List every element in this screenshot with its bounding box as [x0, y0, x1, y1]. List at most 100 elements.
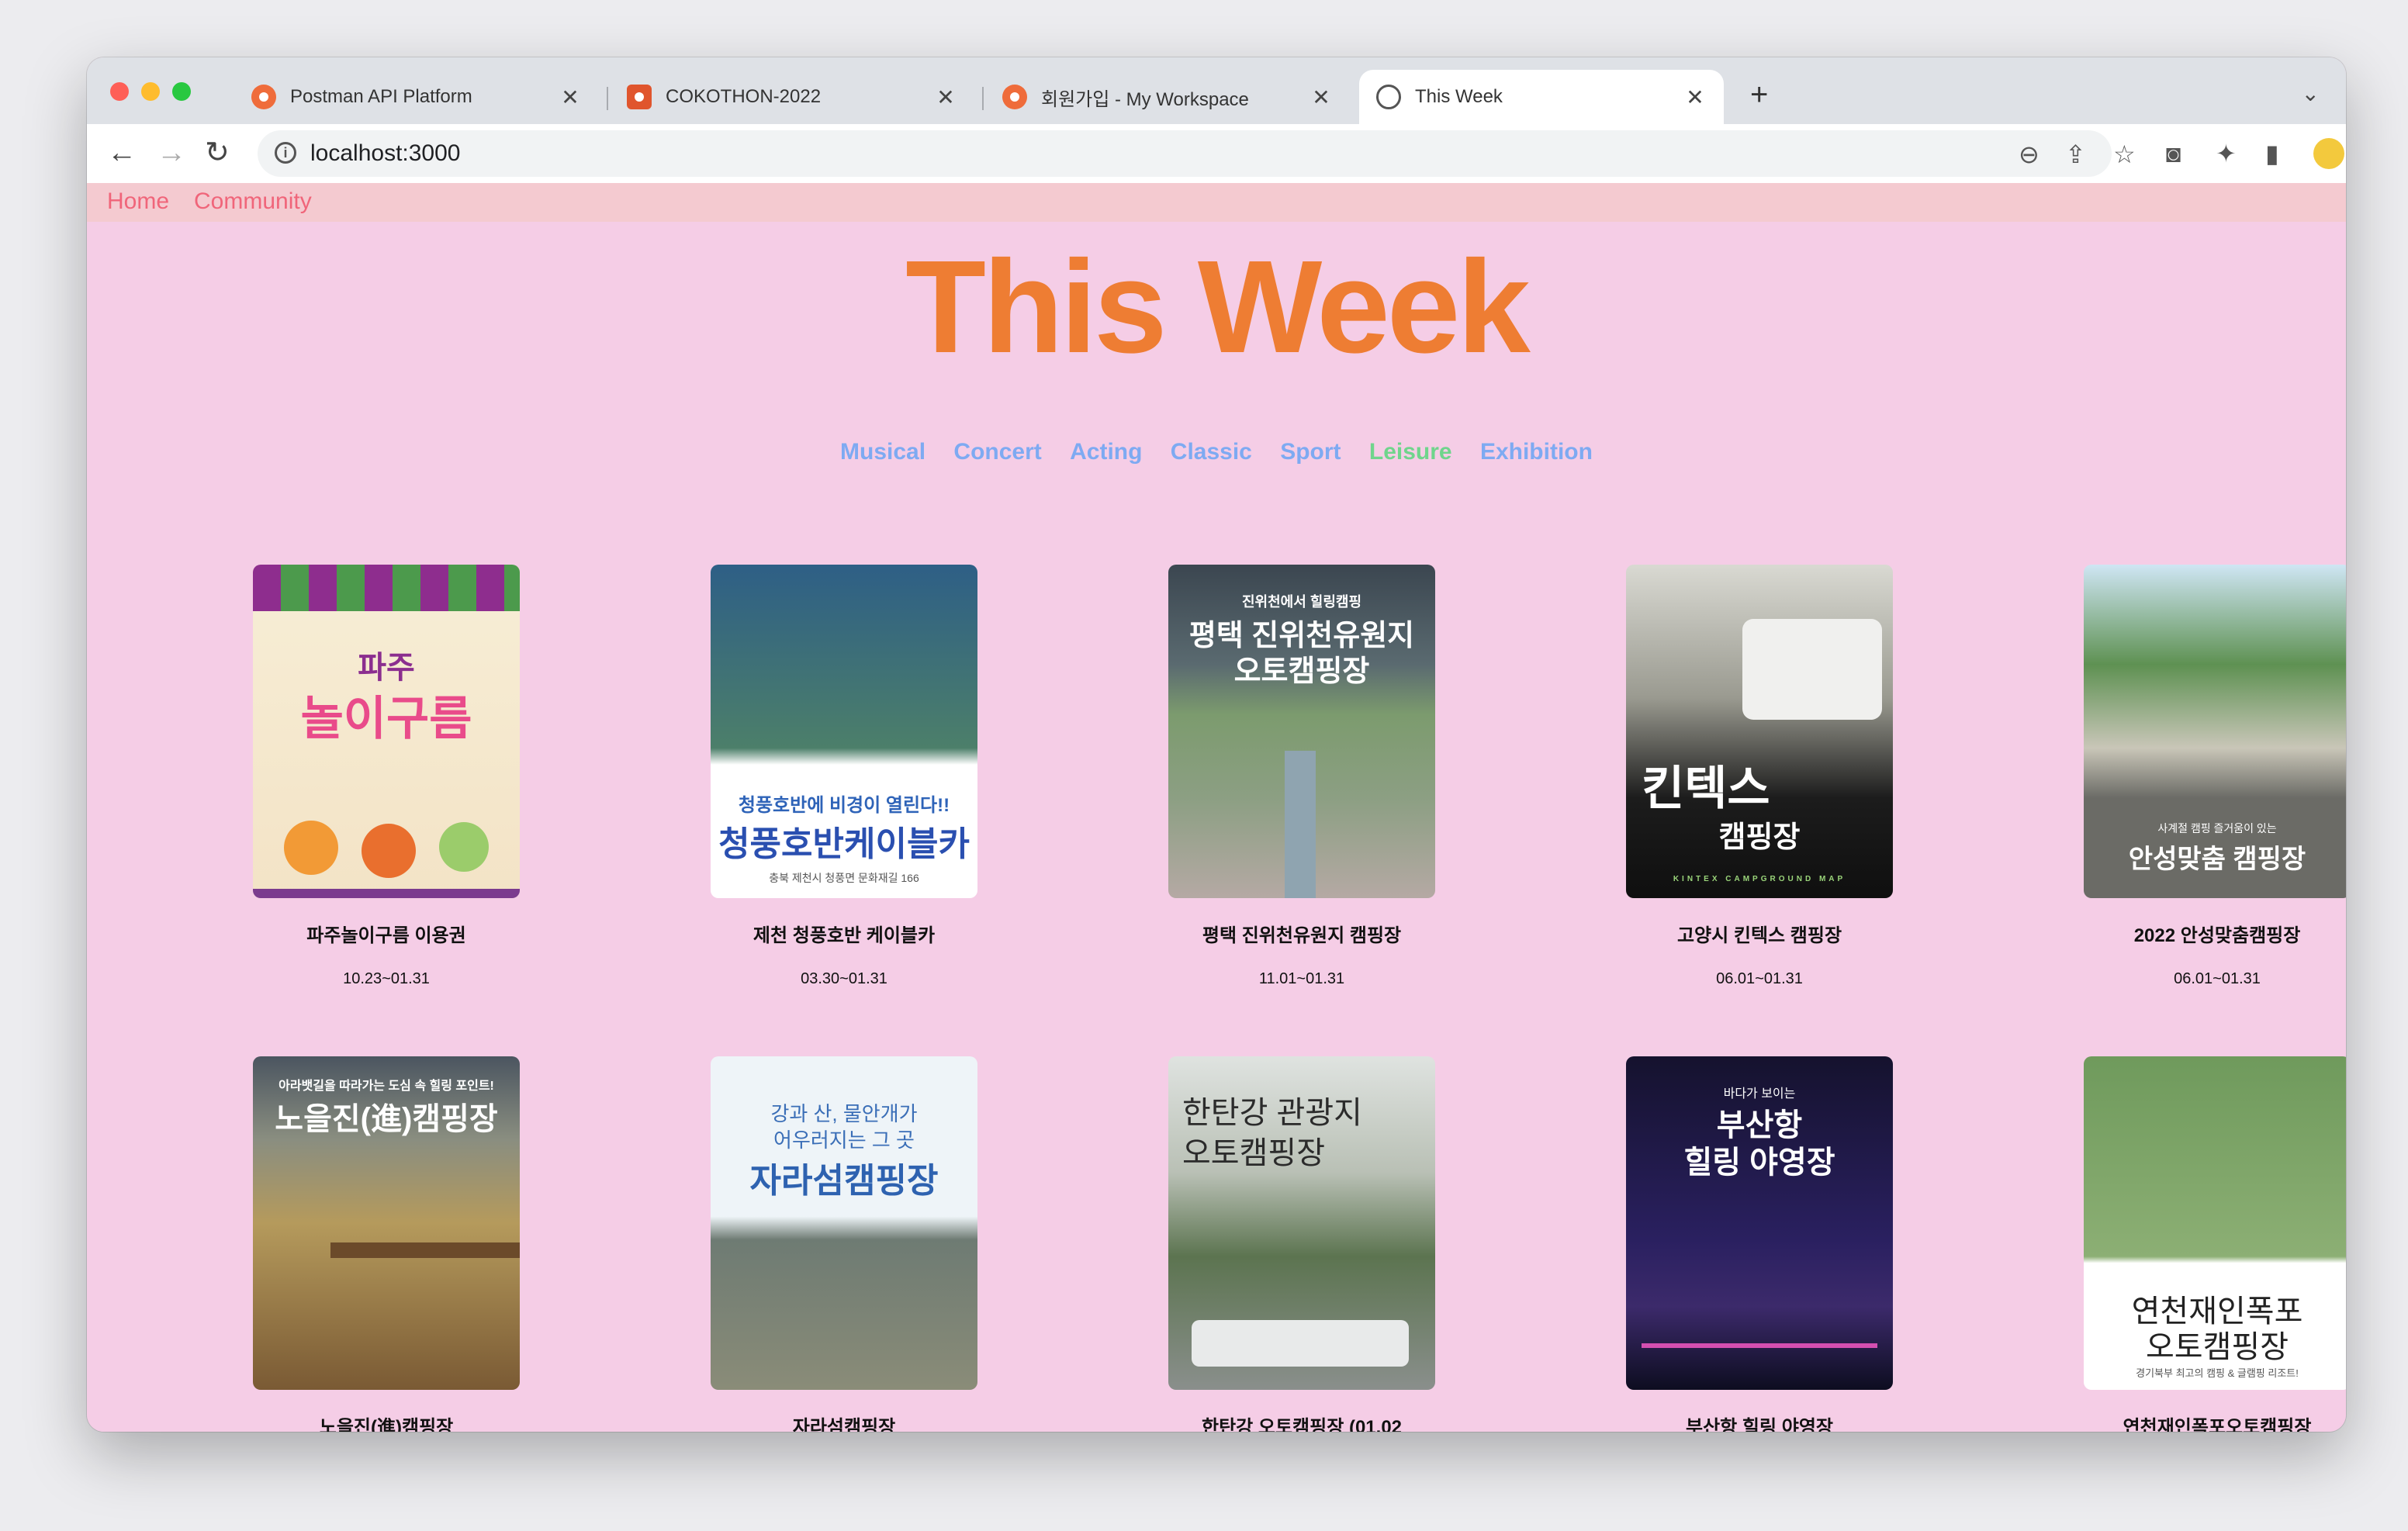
category-exhibition[interactable]: Exhibition — [1480, 439, 1593, 465]
close-icon[interactable]: ✕ — [1310, 85, 1333, 110]
cokothon-icon — [627, 85, 652, 109]
poster-text: 바다가 보이는 — [1723, 1087, 1796, 1101]
nav-community-link[interactable]: Community — [194, 188, 312, 215]
poster-text: 충북 제천시 청풍면 문화재길 166 — [769, 872, 919, 884]
tab-title: 회원가입 - My Workspace — [1041, 88, 1249, 110]
poster-text: 노을진(進)캠핑장 — [275, 1102, 498, 1136]
tab-strip: Postman API Platform ✕ COKOTHON-2022 ✕ 회… — [87, 57, 2346, 124]
category-musical[interactable]: Musical — [840, 439, 925, 465]
poster-text: 어우러지는 그 곳 — [773, 1128, 915, 1152]
event-name: 제천 청풍호반 케이블카 — [752, 925, 936, 946]
page-content: Home Community This Week Musical Concert… — [87, 183, 2346, 1432]
tab-title: Postman API Platform — [290, 86, 472, 107]
event-date: 03.30~01.31 — [801, 970, 887, 987]
postman-icon — [1002, 85, 1027, 109]
event-card[interactable]: 진위천에서 힐링캠핑 평택 진위천유원지 오토캠핑장 평택 진위천유원지 캠핑장… — [1147, 565, 1457, 988]
top-nav: Home Community — [87, 183, 2346, 222]
side-panel-icon[interactable]: ▮ — [2265, 140, 2279, 168]
close-icon[interactable]: ✕ — [559, 85, 582, 110]
event-poster[interactable]: 바다가 보이는 부산항 힐링 야영장 — [1626, 1056, 1893, 1390]
event-card[interactable]: 킨텍스 캠핑장 KINTEX CAMPGROUND MAP 고양시 킨텍스 캠핑… — [1604, 565, 1915, 988]
tab-divider — [982, 87, 984, 110]
poster-text: 사계절 캠핑 즐거움이 있는 — [2157, 822, 2277, 835]
event-poster[interactable]: 강과 산, 물안개가 어우러지는 그 곳 자라섬캠핑장 — [711, 1056, 977, 1390]
event-poster[interactable]: 청풍호반에 비경이 열린다!! 청풍호반케이블카 충북 제천시 청풍면 문화재길… — [711, 565, 977, 898]
poster-text: 한탄강 관광지 — [1182, 1096, 1362, 1130]
event-name: 2022 안성맞춤캠핑장 — [2133, 925, 2301, 946]
share-icon[interactable]: ⇪ — [2065, 140, 2086, 169]
close-icon[interactable]: ✕ — [1683, 85, 1707, 110]
event-date: 11.01~01.31 — [1258, 970, 1345, 987]
event-card[interactable]: 파주 놀이구름 파주놀이구름 이용권 10.23~01.31 — [231, 565, 541, 988]
minimize-window-button[interactable] — [141, 82, 160, 101]
url-text[interactable]: localhost:3000 — [310, 140, 460, 167]
poster-text: KINTEX CAMPGROUND MAP — [1673, 875, 1846, 883]
poster-text: 경기북부 최고의 캠핑 & 글램핑 리조트! — [2136, 1367, 2299, 1379]
event-card[interactable]: 강과 산, 물안개가 어우러지는 그 곳 자라섬캠핑장 자라섬캠핑장 — [689, 1056, 999, 1432]
event-name: 파주놀이구름 이용권 — [306, 925, 466, 946]
poster-text: 아라뱃길을 따라가는 도심 속 힐링 포인트! — [279, 1080, 494, 1093]
tab-title: This Week — [1415, 86, 1503, 107]
new-tab-button[interactable]: + — [1750, 79, 1768, 110]
nav-home-link[interactable]: Home — [107, 188, 169, 215]
event-card[interactable]: 아라뱃길을 따라가는 도심 속 힐링 포인트! 노을진(進)캠핑장 노을진(進)… — [231, 1056, 541, 1432]
poster-text: 캠핑장 — [1718, 821, 1801, 854]
event-poster[interactable]: 한탄강 관광지 오토캠핑장 — [1168, 1056, 1435, 1390]
category-concert[interactable]: Concert — [953, 439, 1041, 465]
event-poster[interactable]: 아라뱃길을 따라가는 도심 속 힐링 포인트! 노을진(進)캠핑장 — [253, 1056, 520, 1390]
event-poster[interactable]: 킨텍스 캠핑장 KINTEX CAMPGROUND MAP — [1626, 565, 1893, 898]
postman-icon — [251, 85, 276, 109]
forward-button[interactable]: → — [157, 137, 186, 169]
tab-postman[interactable]: Postman API Platform ✕ — [234, 70, 599, 124]
category-leisure[interactable]: Leisure — [1369, 439, 1452, 465]
tab-signup[interactable]: 회원가입 - My Workspace ✕ — [985, 70, 1350, 124]
event-card[interactable]: 연천재인폭포 오토캠핑장 경기북부 최고의 캠핑 & 글램핑 리조트! 연천재인… — [2062, 1056, 2346, 1432]
page-title: This Week — [905, 233, 1531, 381]
camera-icon[interactable]: ◙ — [2166, 140, 2181, 168]
category-acting[interactable]: Acting — [1070, 439, 1142, 465]
event-date: 06.01~01.31 — [1716, 970, 1803, 987]
event-date: 10.23~01.31 — [343, 970, 430, 987]
category-sport[interactable]: Sport — [1280, 439, 1341, 465]
poster-text: 청풍호반에 비경이 열린다!! — [738, 795, 950, 816]
event-name: 한탄강 오토캠핑장 (01.02 — [1201, 1417, 1403, 1432]
event-card[interactable]: 바다가 보이는 부산항 힐링 야영장 부산항 힐링 야영장 — [1604, 1056, 1915, 1432]
event-card[interactable]: 한탄강 관광지 오토캠핑장 한탄강 오토캠핑장 (01.02 — [1147, 1056, 1457, 1432]
tab-this-week[interactable]: This Week ✕ — [1359, 70, 1724, 124]
event-card[interactable]: 사계절 캠핑 즐거움이 있는 안성맞춤 캠핑장 2022 안성맞춤캠핑장 06.… — [2062, 565, 2346, 988]
tab-divider — [607, 87, 608, 110]
back-button[interactable]: ← — [107, 137, 137, 169]
category-classic[interactable]: Classic — [1171, 439, 1252, 465]
close-window-button[interactable] — [110, 82, 129, 101]
info-icon[interactable]: i — [275, 142, 296, 164]
close-icon[interactable]: ✕ — [934, 85, 957, 110]
poster-text: 청풍호반케이블카 — [718, 825, 970, 863]
event-name: 부산항 힐링 야영장 — [1686, 1417, 1833, 1432]
poster-text: 오토캠핑장 — [1233, 655, 1370, 688]
event-poster[interactable]: 파주 놀이구름 — [253, 565, 520, 898]
event-poster[interactable]: 사계절 캠핑 즐거움이 있는 안성맞춤 캠핑장 — [2084, 565, 2346, 898]
poster-text: 힐링 야영장 — [1683, 1146, 1835, 1180]
bookmark-star-icon[interactable]: ☆ — [2113, 140, 2136, 169]
event-card[interactable]: 청풍호반에 비경이 열린다!! 청풍호반케이블카 충북 제천시 청풍면 문화재길… — [689, 565, 999, 988]
tab-title: COKOTHON-2022 — [666, 86, 822, 107]
poster-text: 강과 산, 물안개가 — [770, 1102, 918, 1125]
address-bar[interactable]: i localhost:3000 ⊖ ⇪ ☆ — [258, 130, 2136, 177]
event-name: 연천재인폭포오토캠핑장 — [2123, 1417, 2312, 1432]
event-name: 노을진(進)캠핑장 — [319, 1417, 454, 1432]
zoom-icon[interactable]: ⊖ — [2019, 140, 2040, 169]
chevron-down-icon[interactable]: ⌄ — [2302, 81, 2320, 106]
poster-text: 놀이구름 — [300, 693, 472, 745]
event-name: 자라섬캠핑장 — [792, 1417, 896, 1432]
event-poster[interactable]: 진위천에서 힐링캠핑 평택 진위천유원지 오토캠핑장 — [1168, 565, 1435, 898]
browser-window: Postman API Platform ✕ COKOTHON-2022 ✕ 회… — [87, 57, 2346, 1432]
reload-button[interactable]: ↻ — [205, 137, 230, 169]
poster-text: 오토캠핑장 — [1182, 1136, 1325, 1170]
category-nav: Musical Concert Acting Classic Sport Lei… — [87, 439, 2346, 465]
extensions-icon[interactable]: ✦ — [2216, 140, 2237, 168]
profile-avatar[interactable] — [2313, 138, 2344, 169]
tab-cokothon[interactable]: COKOTHON-2022 ✕ — [610, 70, 974, 124]
poster-text: 오토캠핑장 — [2146, 1330, 2289, 1364]
maximize-window-button[interactable] — [172, 82, 191, 101]
event-poster[interactable]: 연천재인폭포 오토캠핑장 경기북부 최고의 캠핑 & 글램핑 리조트! — [2084, 1056, 2346, 1390]
